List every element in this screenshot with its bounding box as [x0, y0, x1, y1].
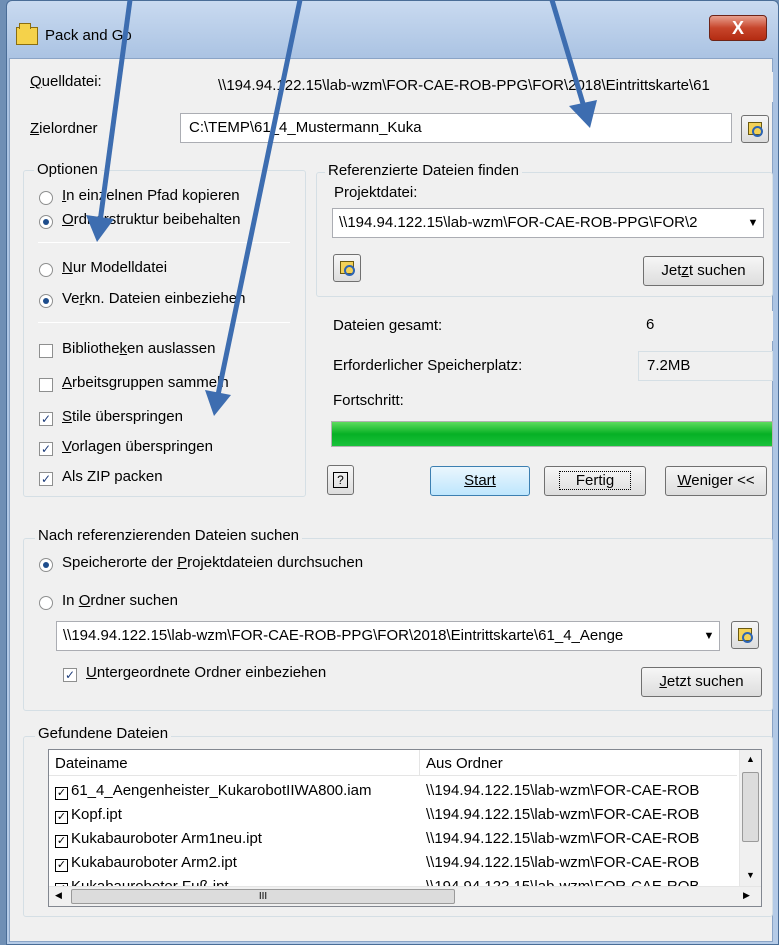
annotation-arrowhead	[205, 390, 231, 416]
annotation-arrowhead	[86, 215, 114, 242]
annotation-arrow	[549, 0, 587, 108]
annotation-arrow	[215, 0, 303, 396]
annotation-arrows	[86, 0, 597, 416]
annotation-arrowhead	[569, 100, 597, 128]
annotation-arrow	[97, 0, 133, 223]
